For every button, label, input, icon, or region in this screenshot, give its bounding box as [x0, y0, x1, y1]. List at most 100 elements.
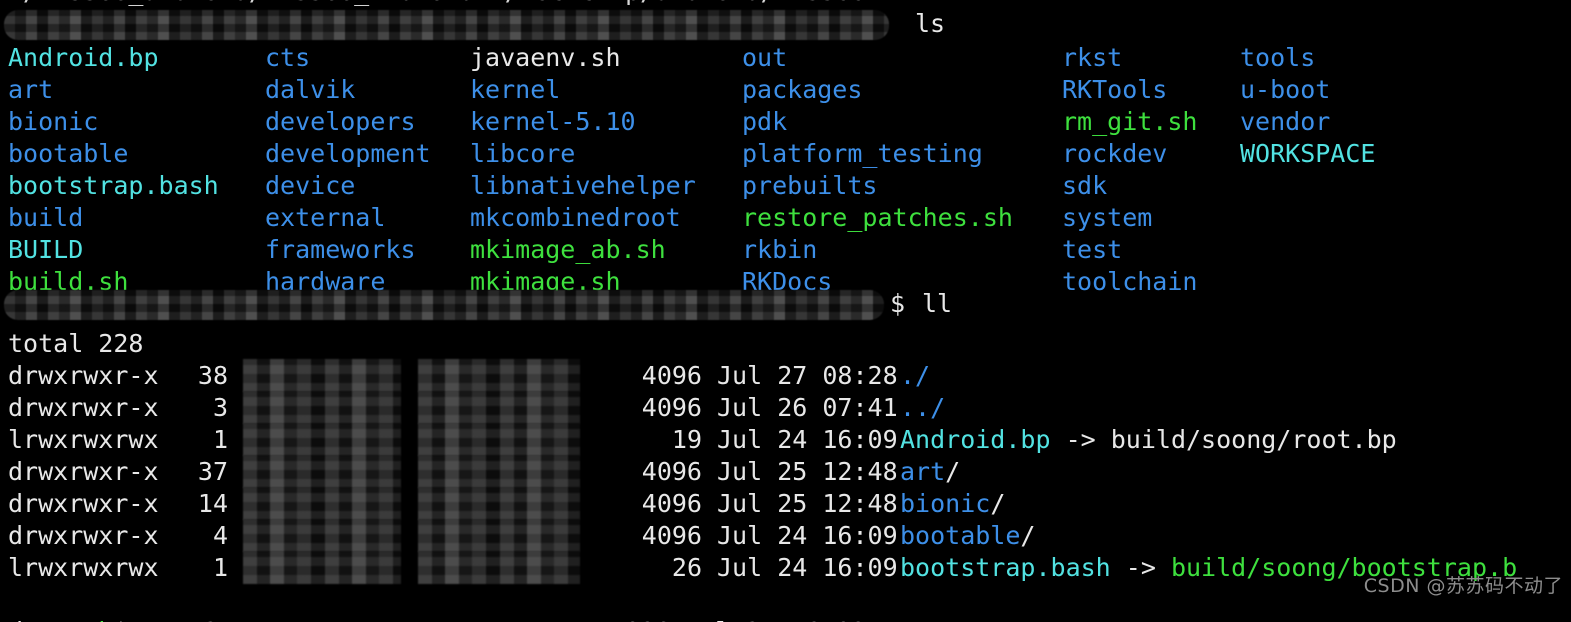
- ll-name-cell: ./: [900, 360, 930, 392]
- prompt-line-ls: ls: [0, 8, 945, 40]
- ls-entry: mkimage_ab.sh: [470, 235, 666, 264]
- ls-entry: libcore: [470, 139, 576, 168]
- redacted-owner: [243, 455, 401, 488]
- redacted-owner: [243, 359, 401, 392]
- prompt-dollar-ll: $: [890, 289, 906, 318]
- ls-entry: kernel-5.10: [470, 107, 636, 136]
- ll-link-count: 38: [197, 361, 228, 390]
- ls-entry: rkbin: [742, 235, 818, 264]
- ls-entry: restore_patches.sh: [742, 203, 1013, 232]
- ls-entry: dalvik: [265, 75, 356, 104]
- command-ls: ls: [915, 9, 946, 38]
- ls-entry: toolchain: [1062, 267, 1198, 296]
- ll-name-cell: ../: [900, 392, 945, 424]
- ll-date: Jul 25 12:48: [717, 489, 898, 518]
- ls-entry: javaenv.sh: [470, 43, 621, 72]
- ll-link-count: 37: [197, 457, 228, 486]
- ls-entry: development: [265, 139, 431, 168]
- ll-total-line: total 228: [8, 329, 144, 358]
- ls-entry: art: [8, 75, 54, 104]
- ll-size: 4096: [641, 457, 702, 486]
- ls-entry: out: [742, 43, 788, 72]
- ll-filename: bootstrap.bash: [900, 553, 1111, 582]
- ll-date: Jul 24 16:09: [717, 553, 898, 582]
- ll-date: Jul 25 12:48: [717, 457, 898, 486]
- ls-entry: pdk: [742, 107, 788, 136]
- redacted-group: [418, 519, 580, 552]
- ll-wrapped-line: ash*: [8, 584, 128, 622]
- ls-entry: tools: [1240, 43, 1316, 72]
- ls-entry: RKTools: [1062, 75, 1168, 104]
- ls-entry: kernel: [470, 75, 561, 104]
- ll-permissions: drwxrwxr-x: [8, 393, 159, 422]
- redacted-owner: [243, 519, 401, 552]
- ls-entry: BUILD: [8, 235, 84, 264]
- ll-name-cell: Android.bp -> build/soong/root.bp: [900, 424, 1397, 456]
- ls-entry: prebuilts: [742, 171, 878, 200]
- redacted-group: [418, 359, 580, 392]
- ll-name-cell: art/: [900, 456, 960, 488]
- ll-permissions: drwxrwxr-x: [8, 521, 159, 550]
- ls-entry: u-boot: [1240, 75, 1331, 104]
- terminal-window[interactable]: -/rk3588_android/RK3588_Android12/rockch…: [0, 0, 1571, 622]
- ll-link-count: 1: [212, 425, 228, 454]
- ll-permissions: lrwxrwxrwx: [8, 553, 159, 582]
- redacted-owner: [243, 551, 401, 584]
- ll-link-count: 1: [212, 553, 228, 582]
- ll-date: Jul 24 16:09: [717, 425, 898, 454]
- ll-clipped-bottom-row: drwxrwxr-x 2 4096 Jul 24 16:09: [8, 616, 866, 622]
- ls-entry: rkst: [1062, 43, 1123, 72]
- ll-filename: bionic: [900, 489, 991, 518]
- ll-filename-suffix: /: [945, 457, 961, 486]
- ll-filename-suffix: /: [990, 489, 1006, 518]
- ls-entry: system: [1062, 203, 1153, 232]
- ls-entry: frameworks: [265, 235, 416, 264]
- ls-entry: rockdev: [1062, 139, 1168, 168]
- ll-size: 19: [671, 425, 702, 454]
- ll-filename: bootable: [900, 521, 1021, 550]
- clipped-top-line: -/rk3588_android/RK3588_Android12/rockch…: [8, 0, 866, 8]
- ll-link-count: 3: [212, 393, 228, 422]
- ll-filename: ./: [900, 361, 931, 390]
- ll-link-count: 14: [197, 489, 228, 518]
- ls-entry: WORKSPACE: [1240, 139, 1376, 168]
- ll-size: 4096: [641, 521, 702, 550]
- redacted-group: [418, 551, 580, 584]
- ll-symlink-arrow: ->: [1050, 425, 1111, 454]
- redacted-prompt-ll: [4, 290, 884, 320]
- prompt-line-ll: $ ll: [0, 288, 952, 320]
- redacted-owner: [243, 423, 401, 456]
- ll-symlink-arrow: ->: [1110, 553, 1171, 582]
- ll-symlink-target: build/soong/root.bp: [1110, 425, 1397, 454]
- ll-permissions: drwxrwxr-x: [8, 361, 159, 390]
- ll-permissions: lrwxrwxrwx: [8, 425, 159, 454]
- ls-entry: build: [8, 203, 84, 232]
- ll-size: 4096: [641, 361, 702, 390]
- ls-entry: developers: [265, 107, 416, 136]
- ll-filename: art: [900, 457, 946, 486]
- redacted-group: [418, 423, 580, 456]
- csdn-watermark: CSDN @苏苏码不动了: [1363, 575, 1563, 597]
- ll-filename: ../: [900, 393, 946, 422]
- ls-entry: external: [265, 203, 386, 232]
- redacted-owner: [243, 391, 401, 424]
- ll-size: 4096: [641, 489, 702, 518]
- ls-entry: packages: [742, 75, 863, 104]
- ls-entry: cts: [265, 43, 311, 72]
- ls-entry: platform_testing: [742, 139, 983, 168]
- ll-name-cell: bootable/: [900, 520, 1035, 552]
- ll-link-count: 4: [212, 521, 228, 550]
- redacted-group: [418, 487, 580, 520]
- ll-date: Jul 26 07:41: [717, 393, 898, 422]
- ll-date: Jul 24 16:09: [717, 521, 898, 550]
- ls-entry: vendor: [1240, 107, 1331, 136]
- command-ll: ll: [922, 289, 953, 318]
- ll-permissions: drwxrwxr-x: [8, 457, 159, 486]
- ll-filename: Android.bp: [900, 425, 1051, 454]
- ls-entry: sdk: [1062, 171, 1108, 200]
- redacted-owner: [243, 487, 401, 520]
- ls-entry: bionic: [8, 107, 99, 136]
- ll-name-cell: bionic/: [900, 488, 1005, 520]
- redacted-group: [418, 391, 580, 424]
- ll-size: 4096: [641, 393, 702, 422]
